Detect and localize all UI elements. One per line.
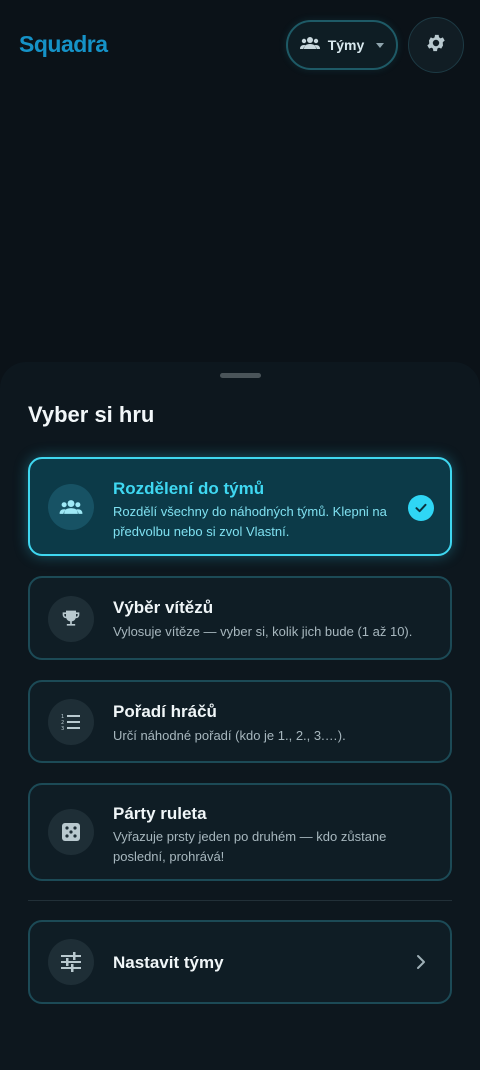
sliders-icon [48,939,94,985]
group-icon [299,36,320,55]
chevron-down-icon [376,42,385,48]
group-icon [48,484,94,530]
app-logo: Squadra [19,31,108,57]
game-description: Určí náhodné pořadí (kdo je 1., 2., 3.…)… [113,728,346,743]
drag-handle[interactable] [220,373,261,378]
trophy-icon [48,596,94,642]
mode-selector[interactable]: Týmy [286,20,398,70]
dice-icon [48,809,94,855]
game-picker-sheet: Vyber si hru Rozdělení do týmů Rozdělí v… [0,362,480,1070]
game-title: Rozdělení do týmů [113,479,265,498]
settings-button[interactable] [408,17,464,73]
app-screen: Squadra Týmy Vyber si hru Rozdělení do t… [0,0,480,1070]
game-card-teams[interactable]: Rozdělení do týmů Rozdělí všechny do náh… [28,457,452,556]
row-title: Nastavit týmy [113,953,224,972]
configure-teams-row[interactable]: Nastavit týmy [28,920,452,1004]
chevron-right-icon [415,954,427,975]
game-card-party-roulette[interactable]: Párty ruleta Vyřazuje prsty jeden po dru… [28,783,452,881]
game-description: Vyřazuje prsty jeden po druhém — kdo zůs… [113,829,387,864]
game-card-order[interactable]: 1 2 3 Pořadí hráčů Určí náhodné pořadí (… [28,680,452,763]
game-description: Vylosuje vítěze — vyber si, kolik jich b… [113,624,413,639]
game-card-winners[interactable]: Výběr vítězů Vylosuje vítěze — vyber si,… [28,576,452,660]
game-title: Pořadí hráčů [113,702,217,721]
check-icon [408,495,434,521]
game-title: Párty ruleta [113,804,207,823]
mode-label: Týmy [327,37,365,53]
numbered-list-icon: 1 2 3 [48,699,94,745]
divider [28,900,452,901]
game-description: Rozdělí všechny do náhodných týmů. Klepn… [113,504,387,539]
game-title: Výběr vítězů [113,598,214,617]
sheet-title: Vyber si hru [28,402,155,427]
svg-text:3: 3 [61,726,64,732]
gear-icon [425,32,447,59]
top-bar: Squadra Týmy [0,0,480,90]
